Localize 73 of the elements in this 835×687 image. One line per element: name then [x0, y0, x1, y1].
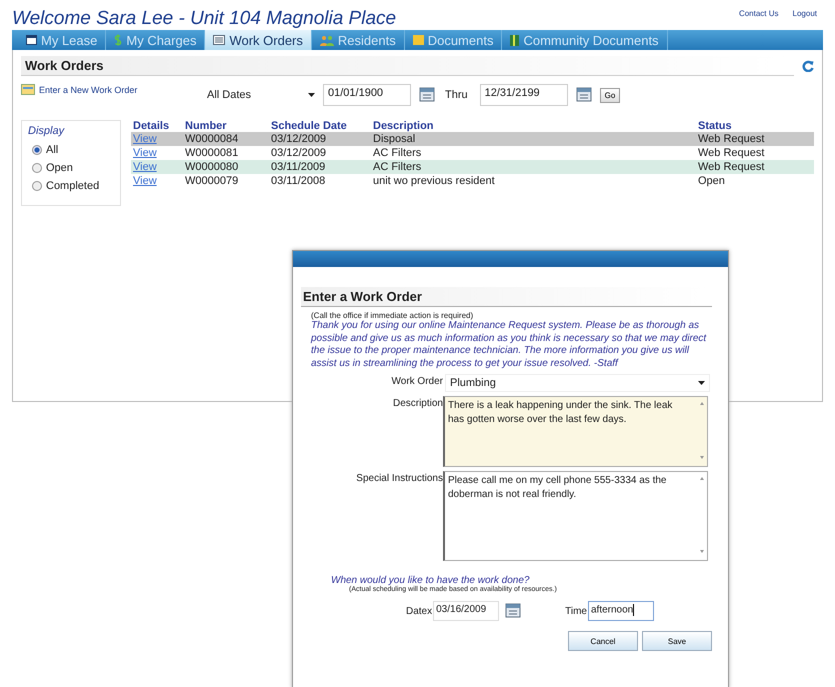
field-label: Description — [392, 397, 443, 409]
display-radio-option[interactable]: All — [28, 141, 114, 159]
table-cell-text: AC Filters — [372, 160, 422, 174]
field-label: Special Instructions — [355, 472, 443, 484]
table-cell-text: W0000084 — [184, 132, 240, 146]
table-cell-text: 03/12/2009 — [270, 146, 328, 160]
header-link[interactable]: Logout — [792, 9, 817, 18]
from-date-field[interactable]: 01/01/1900 — [323, 84, 411, 106]
date-label: Datex — [406, 606, 432, 616]
book-icon — [510, 34, 520, 46]
text-cursor — [633, 604, 634, 616]
list-icon — [213, 35, 226, 45]
nav-tab[interactable]: Work Orders — [205, 30, 312, 50]
time-label: Time — [565, 606, 587, 616]
column-header: Description — [372, 120, 435, 132]
column-header: Details — [132, 120, 170, 132]
intro-text: Thank you for using our online Maintenance Request system. Please be as thorough as possible and give us as much information as you think is necessary so that we may direct the issue to the proper maintenance technician. The more information you give us will assist us in streamlining the process to get your issue resolved. -Staff — [311, 320, 708, 370]
new-work-order-link[interactable]: Enter a New Work Order — [21, 84, 203, 95]
go-button[interactable]: Go — [600, 88, 620, 102]
table-cell-text: 03/12/2009 — [270, 132, 328, 146]
display-title: Display — [28, 125, 66, 137]
page-title: Welcome Sara Lee - Unit 104 Magnolia Place — [12, 8, 396, 30]
text-area-field[interactable]: There is a leak happening under the sink. The leak has gotten worse over the last few days. — [443, 396, 708, 467]
people-icon — [320, 34, 334, 46]
table-cell-text: 03/11/2008 — [270, 174, 326, 188]
view-link[interactable]: View — [133, 175, 157, 187]
table-cell-text: unit wo previous resident — [372, 174, 496, 188]
window-icon — [26, 35, 37, 45]
display-radio-option[interactable]: Completed — [28, 177, 114, 195]
radio-icon[interactable] — [32, 163, 42, 173]
calendar-icon[interactable] — [419, 86, 435, 102]
panel-title: Work Orders — [21, 56, 794, 76]
table-cell-text: Open — [697, 174, 726, 188]
refresh-icon[interactable] — [802, 60, 814, 72]
table-cell-text: Web Request — [697, 132, 766, 146]
table-cell-text: Disposal — [372, 132, 416, 146]
header-link[interactable]: Contact Us — [738, 9, 779, 18]
caret-icon — [698, 381, 705, 385]
work-order-row[interactable]: View W0000084 03/12/2009 Disposal Web Request — [131, 132, 814, 146]
radio-icon[interactable] — [32, 181, 42, 191]
table-cell-text: 03/11/2009 — [270, 160, 326, 174]
office-note: (Call the office if immediate action is required) — [311, 311, 474, 320]
column-header: Schedule Date — [270, 120, 348, 132]
dialog-button[interactable]: Cancel — [568, 631, 638, 651]
view-link[interactable]: View — [133, 161, 157, 173]
table-cell-text: W0000081 — [184, 146, 240, 160]
column-header: Status — [697, 120, 733, 132]
text-area-field[interactable]: Please call me on my cell phone 555-3334 as the doberman is not real friendly. — [443, 471, 708, 561]
date-field[interactable]: 03/16/2009 — [433, 601, 500, 621]
dollar-icon — [114, 34, 122, 46]
calendar-icon[interactable] — [505, 602, 522, 618]
time-field[interactable]: afternoon — [588, 601, 654, 621]
work-order-row[interactable]: View W0000080 03/11/2009 AC Filters Web Request — [131, 160, 814, 174]
form-icon — [21, 84, 35, 95]
table-cell-text: W0000080 — [184, 160, 240, 174]
work-order-dropdown[interactable]: Plumbing — [445, 374, 710, 392]
dialog-title: Enter a Work Order — [301, 287, 712, 307]
column-header: Number — [184, 120, 228, 132]
table-cell-text: Web Request — [697, 146, 766, 160]
calendar-icon[interactable] — [576, 86, 592, 102]
table-cell-text: Web Request — [697, 160, 766, 174]
view-link[interactable]: View — [133, 147, 157, 159]
schedule-question: When would you like to have the work done? — [331, 575, 530, 586]
caret-icon — [308, 93, 315, 97]
radio-icon[interactable] — [32, 145, 42, 155]
display-radio-option[interactable]: Open — [28, 159, 114, 177]
to-date-field[interactable]: 12/31/2199 — [480, 84, 568, 106]
thru-label: Thru — [445, 89, 468, 101]
field-label: Work Order — [390, 375, 443, 387]
table-cell-text: AC Filters — [372, 146, 422, 160]
folder-icon — [412, 35, 424, 45]
table-cell-text: W0000079 — [184, 174, 240, 188]
dialog-button[interactable]: Save — [642, 631, 712, 651]
